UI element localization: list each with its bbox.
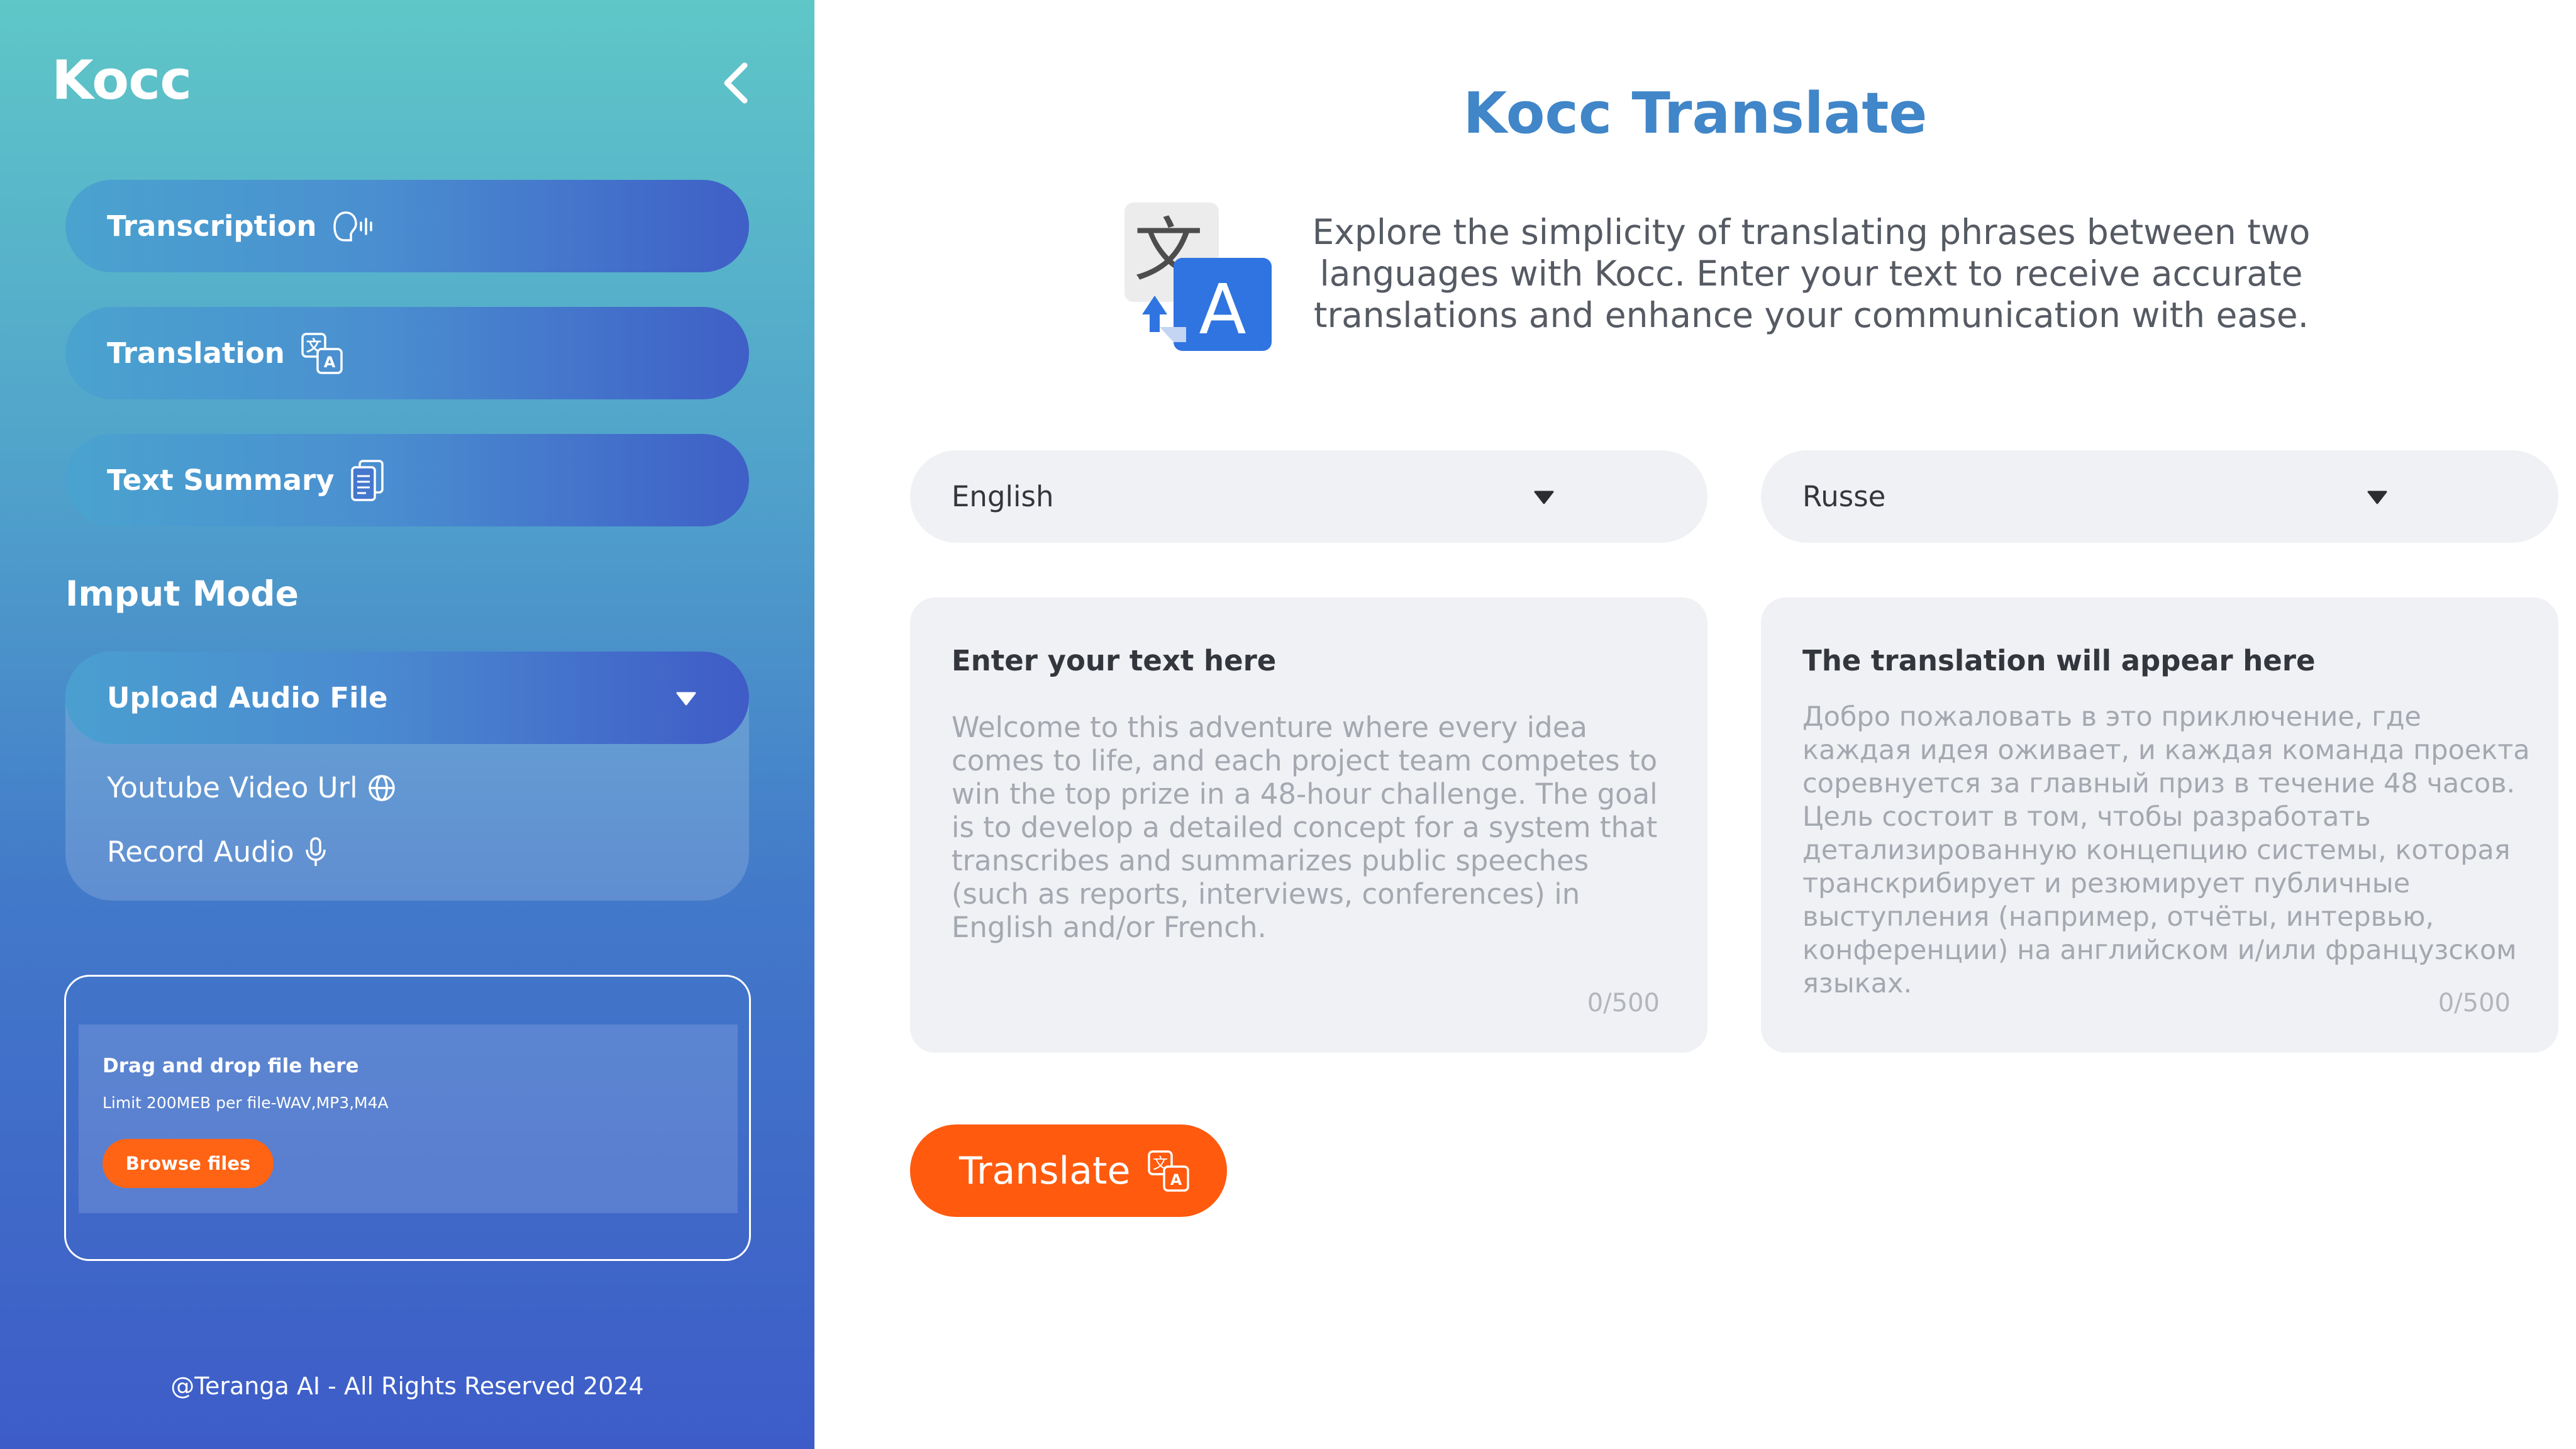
option-youtube-label: Youtube Video Url (107, 771, 358, 804)
source-language-select[interactable]: English (910, 450, 1707, 543)
drop-zone-limit: Limit 200MEB per file-WAV,MP3,M4A (103, 1094, 389, 1112)
option-record-label: Record Audio (107, 835, 294, 869)
caret-down-icon (2367, 491, 2387, 504)
browse-files-button[interactable]: Browse files (103, 1139, 274, 1188)
translate-button-label: Translate (959, 1148, 1131, 1193)
sidebar: Kocc Transcription Translation 文 A Text … (0, 0, 814, 1449)
source-char-counter: 0/500 (1587, 989, 1660, 1018)
translation-output-label: The translation will appear here (1802, 644, 2316, 677)
translation-output-card: The translation will appear here Добро п… (1761, 597, 2558, 1053)
documents-icon (350, 459, 384, 501)
nav-translation-label: Translation (107, 336, 285, 370)
page-title: Kocc Translate (1463, 80, 1928, 147)
nav-transcription-label: Transcription (107, 209, 317, 243)
input-mode-dropdown: Upload Audio File Youtube Video Url Reco… (65, 652, 749, 901)
drop-zone-title: Drag and drop file here (103, 1055, 359, 1077)
source-language-value: English (952, 480, 1054, 513)
input-mode-select[interactable]: Upload Audio File (65, 652, 749, 744)
nav-text-summary-button[interactable]: Text Summary (65, 434, 749, 526)
source-text-card: Enter your text here Welcome to this adv… (910, 597, 1707, 1053)
brand-logo: Kocc (52, 49, 192, 112)
drop-zone[interactable]: Drag and drop file here Limit 200MEB per… (79, 1024, 738, 1213)
translate-button[interactable]: Translate 文 A (910, 1124, 1227, 1217)
option-record-audio[interactable]: Record Audio (107, 835, 328, 869)
source-text-input[interactable]: Welcome to this adventure where every id… (952, 711, 1668, 944)
intro-text: Explore the simplicity of translating ph… (1312, 212, 2311, 335)
svg-text:A: A (1170, 1171, 1182, 1189)
translate-icon: 文 A (301, 332, 343, 374)
svg-text:A: A (324, 353, 336, 371)
input-mode-selected: Upload Audio File (107, 681, 388, 714)
translation-output-text: Добро пожаловать в это приключение, где … (1802, 701, 2530, 999)
chevron-left-icon (724, 62, 748, 104)
input-mode-heading: Imput Mode (65, 574, 299, 614)
caret-down-icon (676, 692, 696, 706)
translate-icon: 文 A (1148, 1150, 1190, 1192)
voice-wave-icon (333, 211, 372, 242)
translate-logo-icon: 文 A (1124, 203, 1272, 351)
collapse-sidebar-button[interactable] (717, 58, 755, 108)
target-language-value: Russe (1802, 480, 1886, 513)
footer-copyright: @Teranga AI - All Rights Reserved 2024 (170, 1372, 644, 1400)
caret-down-icon (1534, 491, 1554, 504)
target-char-counter: 0/500 (2438, 989, 2511, 1018)
nav-summary-label: Text Summary (107, 464, 335, 497)
file-uploader: Drag and drop file here Limit 200MEB per… (64, 975, 751, 1261)
globe-icon (368, 774, 395, 801)
nav-transcription-button[interactable]: Transcription (65, 180, 749, 272)
microphone-icon (305, 836, 326, 866)
svg-text:A: A (1199, 269, 1246, 350)
source-text-label: Enter your text here (952, 644, 1277, 677)
option-youtube-video-url[interactable]: Youtube Video Url (107, 771, 397, 804)
nav-translation-button[interactable]: Translation 文 A (65, 307, 749, 399)
target-language-select[interactable]: Russe (1761, 450, 2558, 543)
